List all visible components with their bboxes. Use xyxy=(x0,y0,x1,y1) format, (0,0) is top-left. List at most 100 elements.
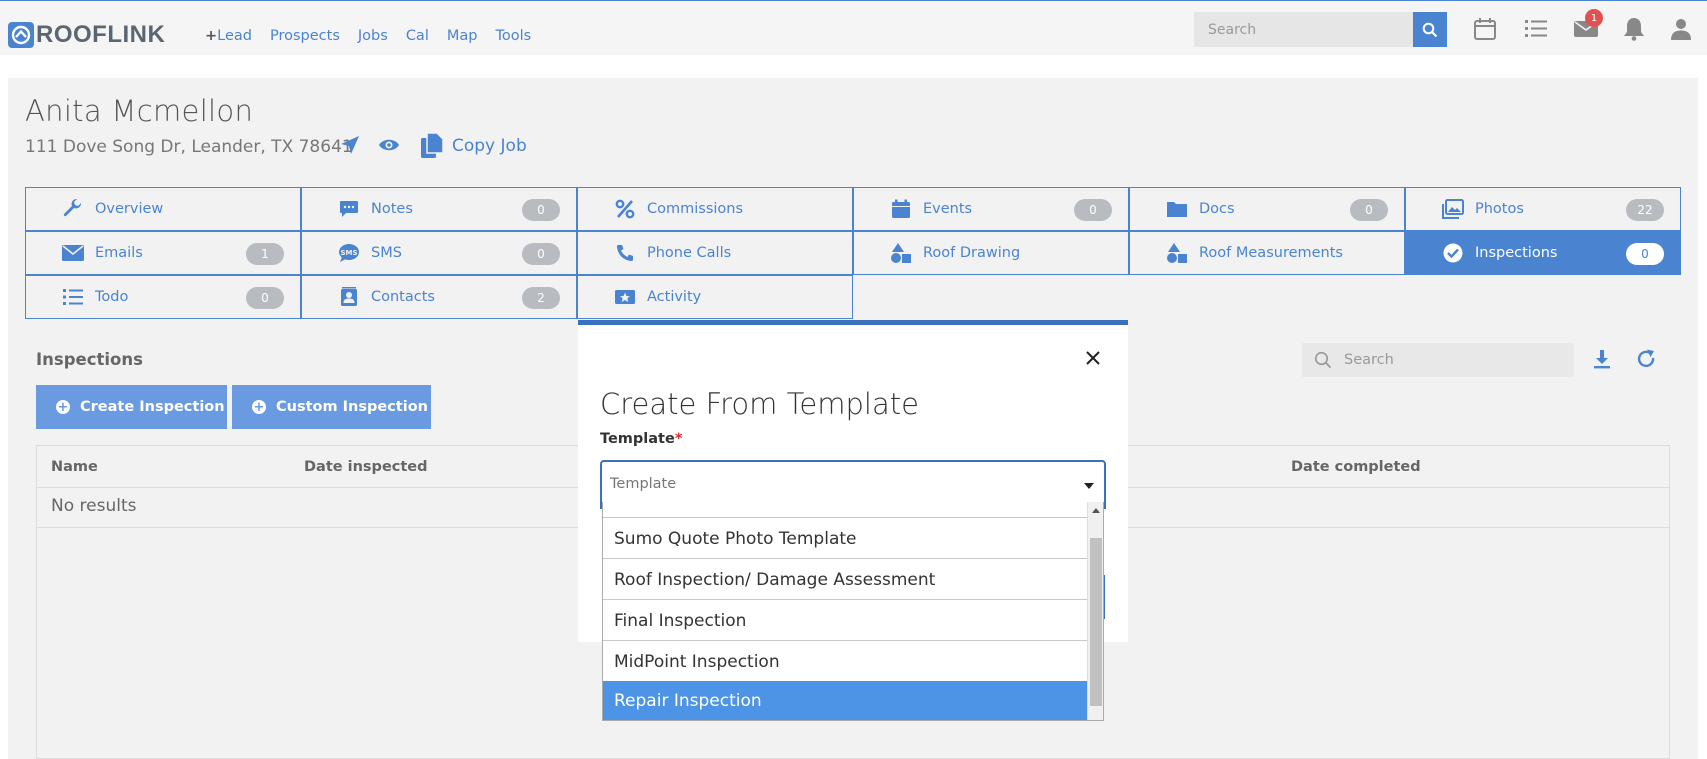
tab-activity[interactable]: Activity xyxy=(577,275,853,319)
empty-table-message: No results xyxy=(51,496,137,516)
tab-photos[interactable]: Photos 22 xyxy=(1405,187,1681,231)
scroll-up-arrow-icon[interactable] xyxy=(1092,508,1100,513)
template-option[interactable]: MidPoint Inspection xyxy=(603,642,1087,682)
top-search-input[interactable]: Search xyxy=(1194,12,1413,47)
svg-text:SMS: SMS xyxy=(340,249,357,257)
list-item[interactable] xyxy=(603,502,1087,518)
close-icon[interactable] xyxy=(1083,348,1103,368)
calendar-icon xyxy=(889,197,913,221)
tab-docs[interactable]: Docs 0 xyxy=(1129,187,1405,231)
template-options-list: Sumo Quote Photo Template Roof Inspectio… xyxy=(602,502,1104,721)
nav-tools[interactable]: Tools xyxy=(495,28,531,44)
contact-card-icon xyxy=(337,285,361,309)
tab-sms[interactable]: SMS SMS 0 xyxy=(301,231,577,275)
tab-overview-label: Overview xyxy=(95,201,164,217)
main-nav: +Lead Prospects Jobs Cal Map Tools xyxy=(205,28,549,44)
user-profile-icon[interactable] xyxy=(1667,15,1695,43)
tab-notes[interactable]: Notes 0 xyxy=(301,187,577,231)
tab-todo[interactable]: Todo 0 xyxy=(25,275,301,319)
photos-count-badge: 22 xyxy=(1626,199,1664,221)
nav-prospects[interactable]: Prospects xyxy=(270,28,340,44)
template-option[interactable]: Roof Inspection/ Damage Assessment xyxy=(603,560,1087,600)
column-header-date-completed[interactable]: Date completed xyxy=(1291,459,1421,475)
phone-icon xyxy=(613,241,637,265)
folder-icon xyxy=(1165,197,1189,221)
nav-cal[interactable]: Cal xyxy=(406,28,429,44)
template-label-text: Template xyxy=(600,431,675,447)
required-marker: * xyxy=(674,431,683,447)
inspections-count-badge: 0 xyxy=(1626,243,1664,265)
tab-roof-measurements-label: Roof Measurements xyxy=(1199,245,1343,261)
template-select-placeholder: Template xyxy=(610,476,677,492)
images-icon xyxy=(1441,197,1465,221)
refresh-icon[interactable] xyxy=(1633,346,1659,372)
modal-title: Create From Template xyxy=(600,387,919,421)
bell-icon[interactable] xyxy=(1620,15,1648,43)
template-option[interactable]: Sumo Quote Photo Template xyxy=(603,519,1087,559)
top-search-button[interactable] xyxy=(1413,12,1447,47)
caret-down-icon xyxy=(1084,483,1094,489)
copy-job-link[interactable]: Copy Job xyxy=(420,132,527,160)
inspections-search-placeholder: Search xyxy=(1344,352,1394,368)
tab-phone-calls-label: Phone Calls xyxy=(647,245,732,261)
navigation-arrow-icon[interactable] xyxy=(339,134,361,160)
task-list-icon[interactable] xyxy=(1522,15,1550,43)
tab-activity-label: Activity xyxy=(647,289,702,305)
custom-inspection-button[interactable]: + Custom Inspection xyxy=(232,385,431,429)
tab-emails[interactable]: Emails 1 xyxy=(25,231,301,275)
download-icon[interactable] xyxy=(1589,346,1615,372)
tab-contacts[interactable]: Contacts 2 xyxy=(301,275,577,319)
tab-docs-label: Docs xyxy=(1199,201,1235,217)
eye-icon[interactable] xyxy=(378,137,400,157)
tab-commissions[interactable]: Commissions xyxy=(577,187,853,231)
tab-inspections-label: Inspections xyxy=(1475,245,1558,261)
scroll-thumb[interactable] xyxy=(1090,538,1102,706)
customer-name: Anita Mcmellon xyxy=(25,94,254,128)
template-option[interactable]: Final Inspection xyxy=(603,601,1087,641)
inspections-search-input[interactable]: Search xyxy=(1302,343,1574,377)
top-search-placeholder: Search xyxy=(1208,21,1257,38)
nav-new-lead[interactable]: +Lead xyxy=(205,28,252,44)
envelope-icon xyxy=(61,241,85,265)
sms-count-badge: 0 xyxy=(522,243,560,265)
shapes-icon xyxy=(889,241,913,265)
tab-inspections[interactable]: Inspections 0 xyxy=(1405,231,1681,275)
tab-roof-measurements[interactable]: Roof Measurements xyxy=(1129,231,1405,275)
copy-icon xyxy=(421,132,444,158)
search-icon xyxy=(1314,351,1332,369)
shapes-icon xyxy=(1165,241,1189,265)
tab-todo-label: Todo xyxy=(95,289,129,305)
top-navbar: ROOFLINK +Lead Prospects Jobs Cal Map To… xyxy=(0,0,1707,55)
search-icon xyxy=(1422,22,1438,37)
tab-commissions-label: Commissions xyxy=(647,201,744,217)
percent-icon xyxy=(613,197,637,221)
column-header-date-inspected[interactable]: Date inspected xyxy=(304,459,428,475)
sms-icon: SMS xyxy=(337,241,361,265)
tab-phone-calls[interactable]: Phone Calls xyxy=(577,231,853,275)
tab-overview[interactable]: Overview xyxy=(25,187,301,231)
template-field-label: Template* xyxy=(600,431,682,447)
notes-count-badge: 0 xyxy=(522,199,560,221)
plus-circle-icon: + xyxy=(252,399,266,415)
star-ticket-icon xyxy=(613,285,637,309)
plus-circle-icon: + xyxy=(56,399,70,415)
column-header-name[interactable]: Name xyxy=(51,459,98,475)
tab-events[interactable]: Events 0 xyxy=(853,187,1129,231)
docs-count-badge: 0 xyxy=(1350,199,1388,221)
nav-new-lead-label: Lead xyxy=(217,28,252,44)
template-option-highlighted[interactable]: Repair Inspection xyxy=(603,681,1087,720)
calendar-icon[interactable] xyxy=(1471,15,1499,43)
tab-emails-label: Emails xyxy=(95,245,143,261)
tab-contacts-label: Contacts xyxy=(371,289,435,305)
mail-count-badge: 1 xyxy=(1585,9,1603,27)
dropdown-scrollbar[interactable] xyxy=(1087,502,1103,720)
nav-jobs[interactable]: Jobs xyxy=(358,28,388,44)
tab-photos-label: Photos xyxy=(1475,201,1524,217)
inspections-section-title: Inspections xyxy=(36,350,143,369)
copy-job-label: Copy Job xyxy=(452,136,527,156)
nav-map[interactable]: Map xyxy=(447,28,478,44)
create-inspection-label: Create Inspection xyxy=(80,399,225,415)
tab-roof-drawing[interactable]: Roof Drawing xyxy=(853,231,1129,275)
rooflink-logo[interactable]: ROOFLINK xyxy=(8,21,165,49)
create-inspection-button[interactable]: + Create Inspection xyxy=(36,385,227,429)
